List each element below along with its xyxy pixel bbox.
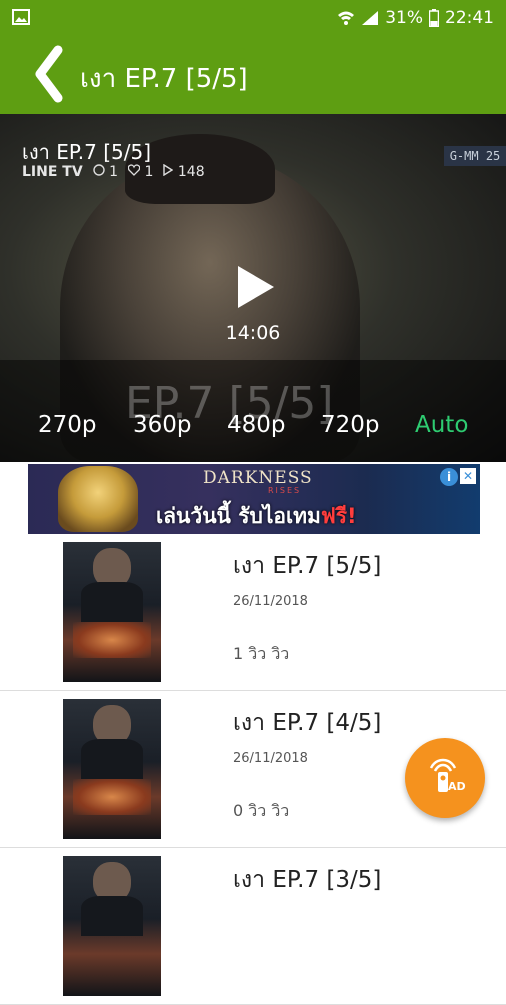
play-count-value: 148 [177, 164, 205, 180]
quality-270p[interactable]: 270p [38, 412, 97, 438]
list-item[interactable]: เงา EP.7 [3/5] [0, 848, 506, 1005]
list-item[interactable]: เงา EP.7 [5/5] 26/11/2018 1 วิว วิว [0, 534, 506, 691]
wifi-icon [338, 11, 355, 25]
heart-icon [127, 164, 141, 176]
episode-thumbnail [63, 542, 161, 682]
episode-views: 1 วิว วิว [233, 644, 290, 663]
svg-text:AD: AD [448, 780, 466, 793]
poster-fire [73, 779, 151, 815]
comment-icon [92, 164, 105, 176]
episode-title: เงา EP.7 [3/5] [233, 867, 382, 893]
episode-date: 26/11/2018 [233, 594, 308, 609]
info-icon[interactable]: i [440, 468, 458, 486]
ad-subtitle: RISES [268, 486, 302, 495]
poster-body [81, 896, 143, 936]
clock: 22:41 [445, 8, 494, 28]
episode-thumbnail [63, 699, 161, 839]
ad-fab-button[interactable]: AD [405, 738, 485, 818]
play-count: 148 [163, 163, 205, 180]
quality-480p[interactable]: 480p [227, 412, 286, 438]
ad-title: DARKNESS [203, 468, 313, 488]
video-meta: LINE TV 1 1 148 [22, 163, 205, 180]
image-icon [12, 9, 30, 25]
poster-body [81, 739, 143, 779]
close-icon[interactable]: ✕ [460, 468, 476, 484]
poster-fire [73, 622, 151, 658]
episode-title: เงา EP.7 [4/5] [233, 710, 382, 736]
episode-thumbnail [63, 856, 161, 996]
quality-720p[interactable]: 720p [321, 412, 380, 438]
quality-auto[interactable]: Auto [415, 412, 468, 438]
like-count-value: 1 [144, 164, 154, 180]
play-icon[interactable] [236, 264, 276, 310]
page-title: เงา EP.7 [5/5] [80, 64, 248, 94]
brand-label: LINE TV [22, 164, 83, 180]
like-count: 1 [127, 164, 154, 180]
ad-banner[interactable]: DARKNESS RISES เล่นวันนี้ รับไอเทมฟรี! i… [28, 464, 480, 534]
ad-promo: เล่นวันนี้ รับไอเทมฟรี! [156, 500, 357, 533]
ad-promo-highlight: ฟรี! [320, 504, 357, 528]
channel-logo: G-MM 25 [444, 146, 506, 166]
chevron-left-icon[interactable] [30, 44, 70, 104]
comment-count: 1 [92, 164, 119, 180]
episode-date: 26/11/2018 [233, 751, 308, 766]
comment-count-value: 1 [109, 164, 119, 180]
ad-promo-text: เล่นวันนี้ รับไอเทม [156, 504, 321, 528]
ad-broadcast-icon: AD [429, 758, 466, 793]
app-toolbar: เงา EP.7 [5/5] [0, 36, 506, 114]
signal-icon [362, 11, 379, 25]
battery-level: 31% [385, 8, 423, 28]
play-small-icon [163, 163, 174, 177]
episode-title: เงา EP.7 [5/5] [233, 553, 382, 579]
poster-body [81, 582, 143, 622]
ad-character-image [58, 466, 138, 532]
status-bar: 31% 22:41 [0, 0, 506, 36]
video-duration: 14:06 [225, 322, 281, 344]
episode-views: 0 วิว วิว [233, 801, 290, 820]
quality-360p[interactable]: 360p [133, 412, 192, 438]
video-player[interactable]: G-MM 25 เงา EP.7 [5/5] LINE TV 1 1 148 1… [0, 114, 506, 462]
battery-icon [429, 9, 439, 27]
